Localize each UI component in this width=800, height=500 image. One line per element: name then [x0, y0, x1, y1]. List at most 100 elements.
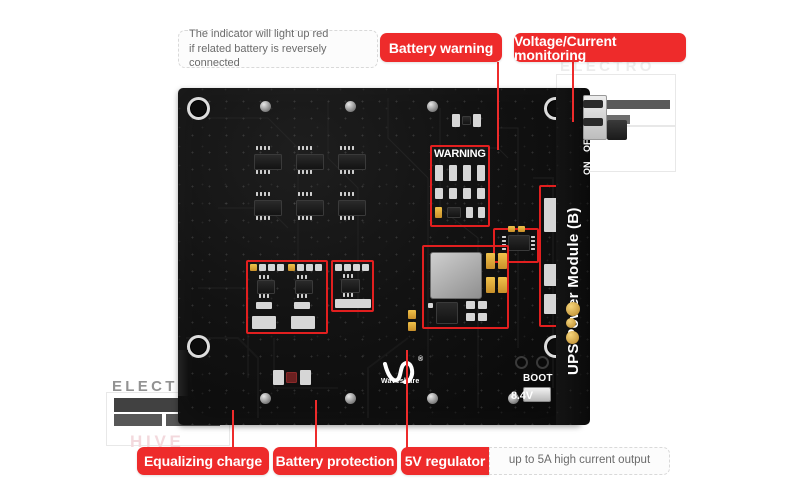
- eq-pad-5: [288, 264, 295, 271]
- eq-smd-2: [294, 302, 310, 309]
- eq-pad-3: [268, 264, 275, 271]
- leader-line-battery-protection: [315, 400, 317, 448]
- eq-pad-6: [297, 264, 304, 271]
- regulator-cap-3: [486, 277, 495, 293]
- eq-ic-2: [295, 280, 313, 294]
- eq-ic-1-pins-top: [259, 275, 269, 279]
- bp-protection-ic-pins-top: [343, 274, 353, 278]
- warning-diode-1: [435, 207, 442, 218]
- eq-smd-1: [256, 302, 272, 309]
- ic-chip-r1c1-pins-top: [256, 146, 270, 150]
- gold-pad-1: [566, 302, 580, 316]
- waveshare-registered-mark: ®: [418, 356, 424, 363]
- bottom-connector-right-pad: [300, 370, 311, 385]
- eq-ic-2-pins-top: [297, 275, 307, 279]
- ic-chip-r2c1-pins-top: [256, 192, 270, 196]
- bottom-connector-body: [286, 372, 297, 383]
- silkscreen-warning-text: WARNING: [434, 148, 486, 160]
- watermark-bar-bl-2: [114, 414, 162, 426]
- regulator-input-pad-1: [408, 310, 416, 319]
- leader-line-equalizing-charge: [232, 410, 234, 448]
- standoff-3: [427, 101, 438, 112]
- indicator-tooltip-line1: The indicator will light up red: [189, 27, 329, 40]
- ic-chip-r1c3-pins-bottom: [340, 170, 354, 174]
- voltage-monitor-pad-1: [508, 226, 515, 232]
- label-5v-regulator[interactable]: 5V regulator: [401, 447, 489, 475]
- ic-chip-r2c2: [296, 200, 324, 216]
- ic-chip-r1c3-pins-top: [340, 146, 354, 150]
- bp-pad-4: [362, 264, 369, 271]
- component-top-center-left-pad: [452, 114, 460, 127]
- battery-terminal-1: [515, 356, 528, 369]
- screenshot-root: ELECTRO ELECTRO HIVE WARNING Waveshare ®…: [0, 0, 800, 500]
- voltage-monitor-ic: [508, 235, 530, 251]
- component-top-center-right-pad: [473, 114, 481, 127]
- silkscreen-voltage-label: 8.4V: [511, 390, 533, 402]
- bp-protection-ic: [341, 279, 360, 293]
- power-switch-slot-2: [583, 118, 603, 126]
- label-battery-warning[interactable]: Battery warning: [380, 33, 502, 62]
- silkscreen-boot-label: BOOT: [523, 373, 553, 384]
- regulator-pad-e: [478, 313, 487, 321]
- mounting-hole-top-left: [187, 97, 210, 120]
- bp-pad-2: [344, 264, 351, 271]
- ic-chip-r1c1: [254, 154, 282, 170]
- warning-led-1: [435, 165, 443, 181]
- warning-diode-3: [478, 207, 485, 218]
- warning-resistor-4: [477, 188, 485, 199]
- warning-led-3: [463, 165, 471, 181]
- regulator-pad-c: [478, 301, 487, 309]
- component-top-center-body: [462, 116, 471, 125]
- warning-led-4: [477, 165, 485, 181]
- ic-chip-r2c1-pins-bottom: [256, 216, 270, 220]
- eq-pad-7: [306, 264, 313, 271]
- label-equalizing-charge[interactable]: Equalizing charge: [137, 447, 269, 475]
- ic-chip-r2c1: [254, 200, 282, 216]
- ic-chip-r1c2: [296, 154, 324, 170]
- voltage-monitor-pad-2: [518, 226, 525, 232]
- bp-resistor-array: [335, 299, 371, 308]
- eq-ic-1: [257, 280, 275, 294]
- warning-led-2: [449, 165, 457, 181]
- label-voltage-current-monitoring[interactable]: Voltage/Current monitoring: [514, 33, 686, 62]
- tooltip-current-output: up to 5A high current output: [489, 447, 670, 475]
- left-edge-header: [178, 350, 188, 396]
- indicator-tooltip: The indicator will light up red if relat…: [178, 27, 378, 69]
- eq-sense-resistor-2: [291, 316, 315, 329]
- warning-diode-2: [466, 207, 473, 218]
- ic-chip-r2c2-pins-bottom: [298, 216, 312, 220]
- eq-pad-2: [259, 264, 266, 271]
- gold-pad-3: [566, 331, 579, 344]
- regulator-input-pad-2: [408, 322, 416, 331]
- regulator-cap-4: [498, 277, 507, 293]
- regulator-pad-b: [466, 301, 475, 309]
- pcb-board: WARNING Waveshare ® BOOT 8.4V: [178, 88, 582, 425]
- mounting-hole-bottom-left: [187, 335, 210, 358]
- ic-chip-r1c2-pins-bottom: [298, 170, 312, 174]
- leader-line-battery-warning: [497, 62, 499, 150]
- gold-pad-2: [566, 318, 576, 328]
- power-switch-lever[interactable]: [607, 120, 627, 140]
- standoff-5: [345, 393, 356, 404]
- silkscreen-switch-on: ON: [582, 161, 592, 176]
- ic-chip-r2c3: [338, 200, 366, 216]
- eq-sense-resistor-1: [252, 316, 276, 329]
- standoff-6: [427, 393, 438, 404]
- warning-resistor-3: [463, 188, 471, 199]
- regulator-cap-2: [498, 253, 507, 269]
- ic-chip-r1c1-pins-bottom: [256, 170, 270, 174]
- bottom-connector-left-pad: [273, 370, 284, 385]
- bp-protection-ic-pins-bottom: [343, 293, 353, 297]
- battery-terminal-2: [536, 356, 549, 369]
- standoff-4: [260, 393, 271, 404]
- bp-pad-3: [353, 264, 360, 271]
- label-battery-protection[interactable]: Battery protection: [273, 447, 397, 475]
- waveshare-logo: [381, 360, 425, 391]
- eq-pad-4: [277, 264, 284, 271]
- regulator-cap-1: [486, 253, 495, 269]
- power-inductor: [430, 252, 482, 299]
- eq-pad-8: [315, 264, 322, 271]
- ic-chip-r2c3-pins-top: [340, 192, 354, 196]
- ic-chip-r2c3-pins-bottom: [340, 216, 354, 220]
- warning-small-ic: [447, 207, 461, 218]
